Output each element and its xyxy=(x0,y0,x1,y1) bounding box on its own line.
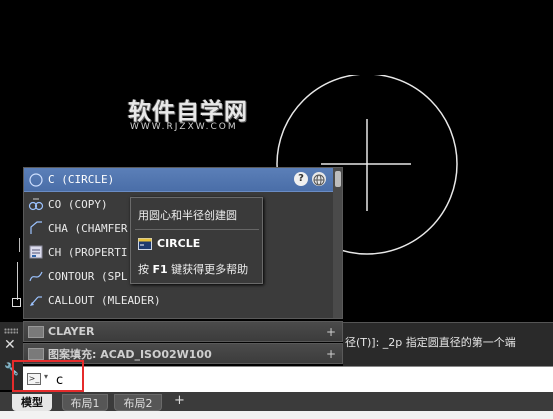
close-icon[interactable]: ✕ xyxy=(4,338,16,352)
autocomplete-item-label: C (CIRCLE) xyxy=(48,173,115,186)
highlight-annotation-box xyxy=(12,360,84,392)
command-line-icon xyxy=(138,238,152,250)
expand-icon[interactable]: + xyxy=(326,347,336,361)
tab-layout2[interactable]: 布局2 xyxy=(114,394,162,411)
tooltip-divider xyxy=(135,229,259,230)
watermark-brand: 软件自学网 xyxy=(128,99,248,125)
autocomplete-item-callout[interactable]: CALLOUT (MLEADER) xyxy=(24,288,334,312)
grip-square[interactable] xyxy=(12,298,21,307)
autocomplete-item-label: CHA (CHAMFER xyxy=(48,221,128,235)
tabs-bottom-strip xyxy=(0,411,553,419)
contour-icon xyxy=(26,268,46,284)
callout-icon xyxy=(26,292,46,308)
hatch-icon xyxy=(28,347,44,360)
tab-model[interactable]: 模型 xyxy=(12,394,52,411)
search-web-icon[interactable] xyxy=(312,172,326,186)
drawing-fragment xyxy=(19,238,20,252)
autocomplete-item-label: CO (COPY) xyxy=(48,197,108,211)
help-suffix: 键获得更多帮助 xyxy=(167,263,249,276)
command-history: 径(T)]: _2p 指定圆直径的第一个端 xyxy=(343,322,553,366)
autocomplete-item-label: CALLOUT (MLEADER) xyxy=(48,293,161,307)
autocomplete-item-label: CONTOUR (SPL xyxy=(48,269,128,283)
help-key: F1 xyxy=(152,263,168,276)
expand-icon[interactable]: + xyxy=(326,325,336,339)
autocomplete-scrollbar[interactable] xyxy=(333,168,342,318)
palette-row-label: CLAYER xyxy=(48,325,95,338)
add-layout-button[interactable]: + xyxy=(174,393,185,408)
drawing-fragment xyxy=(17,262,18,300)
autocomplete-item-label: CH (PROPERTI xyxy=(48,245,128,259)
autocomplete-item-circle[interactable]: C (CIRCLE) xyxy=(24,168,334,192)
layer-icon xyxy=(28,325,44,338)
help-icon[interactable]: ? xyxy=(294,172,308,186)
chamfer-icon xyxy=(26,220,46,236)
watermark: 软件自学网 WWW.RJZXW.COM xyxy=(128,92,270,138)
help-prefix: 按 xyxy=(138,263,153,276)
command-history-text: 径(T)]: _2p 指定圆直径的第一个端 xyxy=(345,336,516,349)
scrollbar-thumb[interactable] xyxy=(335,171,341,187)
command-input-bar: >_ ▾ xyxy=(23,366,553,392)
copy-icon xyxy=(26,196,46,212)
properties-icon xyxy=(26,244,46,260)
command-tooltip: 用圆心和半径创建圆 CIRCLE 按 F1 键获得更多帮助 xyxy=(130,197,263,284)
tooltip-description: 用圆心和半径创建圆 xyxy=(138,209,237,222)
drag-handle-icon[interactable] xyxy=(4,328,18,334)
layout-tabs-bar: 模型 布局1 布局2 + xyxy=(0,392,553,419)
tooltip-help-hint: 按 F1 键获得更多帮助 xyxy=(138,261,248,277)
watermark-url: WWW.RJZXW.COM xyxy=(130,122,238,132)
circle-icon xyxy=(26,172,46,188)
tooltip-command-name: CIRCLE xyxy=(157,237,201,250)
palette-row-clayer[interactable]: CLAYER + xyxy=(23,321,343,342)
tab-layout1[interactable]: 布局1 xyxy=(62,394,108,411)
command-input[interactable] xyxy=(56,371,536,389)
